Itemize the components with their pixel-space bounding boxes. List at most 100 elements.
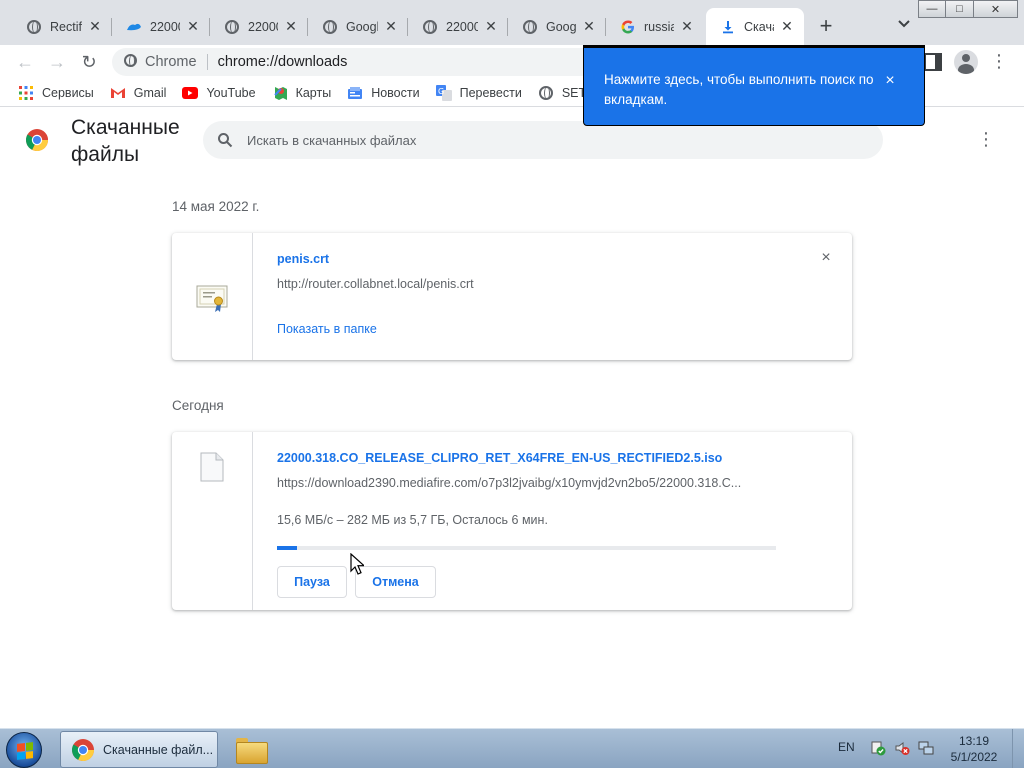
bookmark-label: Карты [295, 85, 332, 100]
maps-icon [272, 85, 288, 101]
download-item: 22000.318.CO_RELEASE_CLIPRO_RET_X64FRE_E… [172, 432, 852, 610]
file-icon-column [172, 233, 253, 360]
side-panel-button[interactable] [924, 53, 942, 71]
speaker-muted-icon[interactable] [894, 740, 910, 756]
close-tab-icon[interactable]: ✕ [382, 18, 400, 36]
tab-google-b[interactable]: Googl ✕ [508, 8, 606, 45]
tab-search-button[interactable] [892, 15, 916, 39]
taskbar-window-title: Скачанные файл... [103, 742, 214, 757]
file-name-link[interactable]: 22000.318.CO_RELEASE_CLIPRO_RET_X64FRE_E… [277, 451, 722, 465]
close-tab-icon[interactable]: ✕ [184, 18, 202, 36]
bookmark-news[interactable]: Новости [347, 85, 420, 101]
tab-search-promo-bubble[interactable]: Нажмите здесь, чтобы выполнить поиск по … [583, 45, 925, 126]
reload-button[interactable]: ↻ [76, 49, 102, 75]
tab-title: Googl [546, 19, 576, 34]
start-button[interactable] [6, 732, 42, 768]
bookmark-services[interactable]: Сервисы [18, 85, 94, 101]
chrome-logo-icon [25, 128, 49, 152]
profile-avatar[interactable] [954, 50, 978, 74]
more-actions-button[interactable]: ⋮ [976, 128, 996, 152]
tab-title: Rectify [50, 19, 82, 34]
action-center-icon[interactable] [870, 740, 886, 756]
cancel-button[interactable]: Отмена [355, 566, 436, 598]
svg-text:G: G [438, 87, 444, 96]
scheme-label: Chrome [145, 54, 197, 70]
close-tab-icon[interactable]: ✕ [282, 18, 300, 36]
close-tab-icon[interactable]: ✕ [678, 18, 696, 36]
globe-icon [26, 19, 42, 35]
gmail-icon [110, 85, 126, 101]
mouse-cursor-icon [350, 553, 364, 575]
date-heading: 14 мая 2022 г. [172, 199, 260, 214]
bookmark-maps[interactable]: Карты [272, 85, 332, 101]
pause-button[interactable]: Пауза [277, 566, 347, 598]
tab-downloads[interactable]: Скача ✕ [706, 8, 804, 45]
windows-taskbar: Скачанные файл... EN 13:19 5/1/2022 [0, 728, 1024, 768]
tab-rectify[interactable]: Rectify ✕ [12, 8, 112, 45]
youtube-icon [182, 85, 199, 101]
windows-logo-icon [17, 742, 33, 760]
file-icon [200, 452, 224, 482]
file-name-link[interactable]: penis.crt [277, 252, 329, 266]
tab-title: 22000 [446, 19, 478, 34]
new-tab-button[interactable]: + [812, 13, 840, 41]
globe-icon [538, 85, 554, 101]
show-in-folder-link[interactable]: Показать в папке [277, 322, 377, 336]
close-window-button[interactable]: ✕ [974, 0, 1018, 18]
tab-title: 22000 [150, 19, 180, 34]
folder-icon [236, 737, 268, 764]
tab-title: Скача [744, 19, 774, 34]
close-tab-icon[interactable]: ✕ [778, 18, 796, 36]
close-bubble-button[interactable]: × [882, 73, 898, 90]
globe-icon [224, 19, 240, 35]
remove-from-list-button[interactable]: × [818, 250, 834, 267]
show-desktop-button[interactable] [1012, 729, 1024, 768]
network-icon[interactable] [918, 740, 934, 756]
globe-icon [422, 19, 438, 35]
bookmark-label: Сервисы [42, 85, 94, 100]
bookmark-translate[interactable]: G Перевести [435, 84, 522, 101]
page-title: Скачанные файлы [71, 116, 180, 166]
tab-22000-a[interactable]: 22000 ✕ [112, 8, 210, 45]
downloads-search[interactable] [203, 121, 883, 159]
tab-strip: Rectify ✕ 22000 ✕ 22000 ✕ Googl ✕ 22000 … [0, 0, 1024, 45]
bookmark-label: Новости [371, 85, 420, 100]
browser-menu-button[interactable]: ⋮ [990, 50, 1008, 74]
blue-cloud-icon [126, 19, 142, 35]
news-icon [347, 85, 363, 101]
close-tab-icon[interactable]: ✕ [86, 18, 104, 36]
close-tab-icon[interactable]: ✕ [482, 18, 500, 36]
bubble-text: Нажмите здесь, чтобы выполнить поиск по … [604, 72, 874, 107]
certificate-icon [196, 285, 228, 312]
file-source-url[interactable]: http://router.collabnet.local/penis.crt [277, 277, 777, 291]
tab-google-a[interactable]: Googl ✕ [308, 8, 408, 45]
bookmark-gmail[interactable]: Gmail [110, 85, 167, 101]
tab-22000-b[interactable]: 22000 ✕ [210, 8, 308, 45]
apps-grid-icon [18, 85, 34, 101]
bookmark-label: Gmail [133, 85, 167, 100]
taskbar-explorer[interactable] [228, 731, 274, 768]
file-source-url[interactable]: https://download2390.mediafire.com/o7p3l… [277, 476, 777, 490]
forward-button[interactable]: → [44, 49, 70, 75]
search-input[interactable] [247, 132, 847, 148]
tab-22000-c[interactable]: 22000 ✕ [408, 8, 508, 45]
tab-title: russia [644, 19, 674, 34]
download-progress-fill [277, 546, 297, 550]
taskbar-chrome-window[interactable]: Скачанные файл... [60, 731, 218, 768]
bookmark-youtube[interactable]: YouTube [182, 85, 256, 101]
input-language-indicator[interactable]: EN [838, 740, 855, 754]
google-g-icon [620, 19, 636, 35]
close-tab-icon[interactable]: ✕ [580, 18, 598, 36]
url-text: chrome://downloads [217, 54, 348, 70]
bookmark-label: YouTube [206, 85, 256, 100]
maximize-button[interactable]: □ [946, 0, 974, 18]
downloads-page: Скачанные файлы ⋮ 14 мая 2022 г. penis.c… [0, 108, 1024, 728]
clock-time: 13:19 [958, 734, 990, 748]
minimize-button[interactable]: — [918, 0, 946, 18]
chrome-logo-icon [72, 738, 94, 761]
file-icon-column [172, 432, 253, 610]
back-button[interactable]: ← [12, 49, 38, 75]
tab-russia[interactable]: russia ✕ [606, 8, 704, 45]
system-clock[interactable]: 13:19 5/1/2022 [938, 733, 1010, 765]
date-heading: Сегодня [172, 398, 224, 413]
